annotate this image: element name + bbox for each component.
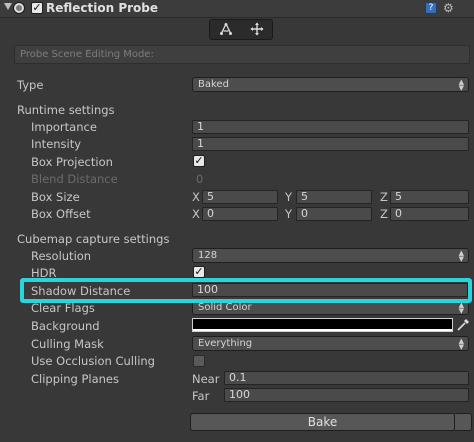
dropdown-arrows-icon: ▲ ▼ (458, 337, 464, 351)
foldout-arrow-icon[interactable] (4, 3, 12, 10)
box-offset-z-label: Z (380, 207, 388, 221)
help-icon[interactable]: ? (425, 2, 437, 14)
near-field[interactable]: 0.1 (224, 371, 469, 385)
hdr-checkbox[interactable]: ✓ (193, 266, 205, 278)
edit-bounds-icon[interactable] (211, 21, 241, 38)
gear-icon[interactable]: ⚙ (443, 1, 454, 15)
cubemap-settings-heading: Cubemap capture settings (17, 232, 170, 246)
type-value: Baked (198, 79, 229, 90)
box-size-x-label: X (192, 190, 200, 204)
box-size-z-label: Z (380, 190, 388, 204)
far-field[interactable]: 100 (224, 388, 469, 402)
clipping-planes-label: Clipping Planes (31, 372, 119, 386)
clear-flags-value: Solid Color (198, 302, 252, 313)
box-offset-y-field[interactable]: 0 (296, 207, 372, 221)
bake-options-button[interactable] (455, 413, 472, 431)
move-origin-icon[interactable] (242, 21, 272, 38)
probe-scene-editing-mode: Probe Scene Editing Mode: (14, 45, 470, 64)
component-title: Reflection Probe (46, 1, 159, 15)
background-label: Background (31, 319, 100, 333)
bake-button[interactable]: Bake (190, 413, 455, 431)
culling-mask-value: Everything (198, 338, 253, 349)
box-size-label: Box Size (31, 190, 80, 204)
near-label: Near (192, 372, 220, 386)
edit-mode-toolbar (209, 19, 273, 40)
dropdown-arrows-icon: ▲ ▼ (458, 78, 464, 92)
box-projection-label: Box Projection (31, 155, 113, 169)
resolution-value: 128 (198, 250, 218, 261)
intensity-label: Intensity (31, 137, 82, 151)
eyedropper-icon[interactable] (456, 317, 470, 332)
far-label: Far (192, 389, 210, 403)
blend-distance-label: Blend Distance (31, 172, 118, 186)
importance-field[interactable]: 1 (192, 120, 469, 134)
type-dropdown[interactable]: Baked ▲ ▼ (192, 77, 469, 92)
culling-mask-label: Culling Mask (31, 337, 104, 351)
box-size-y-label: Y (285, 190, 293, 204)
runtime-settings-heading: Runtime settings (17, 103, 115, 117)
resolution-label: Resolution (31, 249, 92, 263)
highlight-box (20, 278, 472, 303)
background-color-swatch[interactable] (192, 318, 453, 332)
importance-label: Importance (31, 120, 97, 134)
dropdown-arrows-icon: ▲ ▼ (458, 301, 464, 315)
resolution-dropdown[interactable]: 128 ▲ ▼ (192, 248, 469, 263)
box-offset-y-label: Y (285, 207, 293, 221)
reflection-probe-icon (13, 2, 25, 14)
occlusion-culling-checkbox[interactable] (193, 355, 205, 367)
culling-mask-dropdown[interactable]: Everything ▲ ▼ (192, 336, 469, 351)
box-offset-x-label: X (192, 207, 200, 221)
box-offset-label: Box Offset (31, 207, 91, 221)
component-enabled-checkbox[interactable]: ✓ (31, 2, 43, 14)
box-offset-z-field[interactable]: 0 (390, 207, 469, 221)
clear-flags-label: Clear Flags (31, 301, 95, 315)
box-size-x-field[interactable]: 5 (202, 190, 278, 204)
occlusion-culling-label: Use Occlusion Culling (31, 354, 155, 368)
intensity-field[interactable]: 1 (192, 137, 469, 151)
dropdown-arrows-icon: ▲ ▼ (458, 249, 464, 263)
box-size-y-field[interactable]: 5 (296, 190, 372, 204)
blend-distance-value: 0 (196, 172, 204, 186)
type-label: Type (17, 78, 44, 92)
box-size-z-field[interactable]: 5 (390, 190, 469, 204)
box-offset-x-field[interactable]: 0 (202, 207, 278, 221)
box-projection-checkbox[interactable]: ✓ (193, 155, 205, 167)
